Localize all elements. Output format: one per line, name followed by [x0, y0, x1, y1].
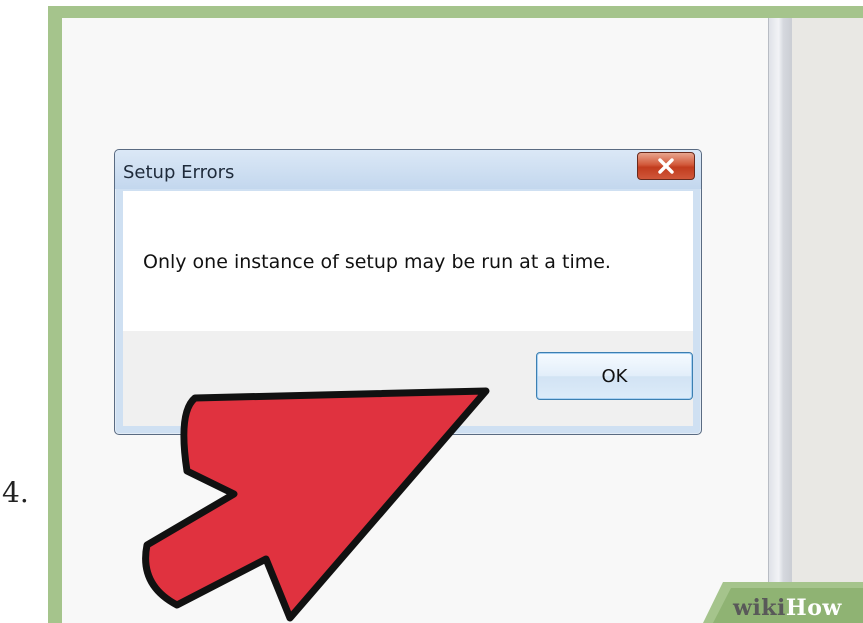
watermark-text: wikiHow	[733, 595, 842, 621]
red-arrow-icon	[142, 387, 490, 622]
watermark-wiki: wiki	[733, 595, 786, 621]
watermark-how: How	[785, 595, 842, 621]
wikihow-watermark: wikiHow	[703, 582, 863, 623]
